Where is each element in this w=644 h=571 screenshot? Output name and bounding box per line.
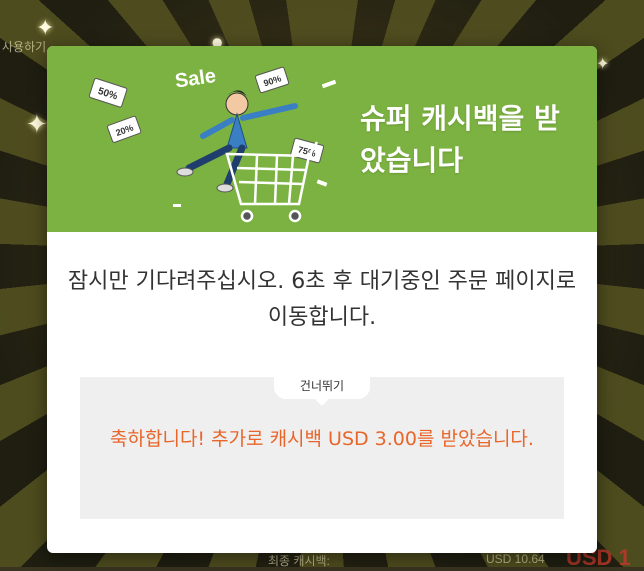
bonus-cashback-message: 축하합니다! 추가로 캐시백 USD 3.00를 받았습니다. — [110, 428, 534, 450]
background-cashback-amount: USD 10.64 — [486, 552, 545, 566]
modal-header: 50% 90% 20% 75% Sale 슈퍼 캐시백을 받았습니다 — [47, 46, 597, 232]
modal-title: 슈퍼 캐시백을 받았습니다 — [360, 102, 560, 177]
super-cashback-modal: 50% 90% 20% 75% Sale 슈퍼 캐시백을 받았습니다 잠시만 기… — [47, 46, 597, 553]
sale-shopper-illustration: 50% 90% 20% 75% Sale — [88, 65, 337, 223]
redirect-message: 잠시만 기다려주십시오. 6초 후 대기중인 주문 페이지로 이동합니다. — [67, 269, 577, 330]
sale-label: Sale — [174, 65, 218, 93]
background-cashback-label: 최종 캐시백: — [268, 554, 330, 568]
price-tag-icon: 90% — [255, 66, 290, 94]
price-tag-icon: 20% — [107, 115, 142, 143]
sparkle-icon: ✦ — [36, 16, 55, 41]
sparkle-icon: ✦ — [26, 110, 48, 140]
skip-button[interactable]: 건너뛰기 — [274, 375, 370, 406]
bonus-panel: 건너뛰기 축하합니다! 추가로 캐시백 USD 3.00를 받았습니다. — [80, 375, 564, 519]
price-tag-icon: 50% — [88, 78, 128, 108]
sparkle-icon: ✦ — [596, 54, 610, 73]
